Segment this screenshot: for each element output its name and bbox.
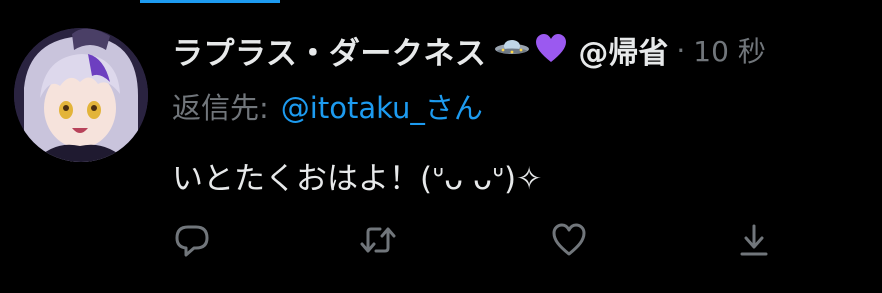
timestamp[interactable]: 10 秒 <box>693 30 766 70</box>
retweet-button[interactable] <box>360 222 396 258</box>
active-tab-indicator <box>140 0 280 3</box>
purple-heart-icon <box>534 32 568 68</box>
reply-to-link[interactable]: @itotaku_さん <box>281 85 483 127</box>
share-button[interactable] <box>736 222 772 258</box>
reply-label: 返信先: <box>172 91 269 125</box>
reply-icon <box>175 225 209 257</box>
tweet-text: いとたくおはよ！(ᐡᴗ ᴗᐡ)✧ <box>172 160 543 197</box>
heart-icon <box>552 223 586 256</box>
action-bar <box>0 222 882 258</box>
share-icon <box>740 224 768 256</box>
avatar-image <box>14 28 148 162</box>
tweet-header: ラプラス・ダークネス @帰省 · 10 秒 <box>172 26 766 74</box>
user-handle[interactable]: @帰省 <box>578 28 668 72</box>
like-button[interactable] <box>551 222 587 258</box>
reply-button[interactable] <box>174 222 210 258</box>
separator-dot: · <box>676 33 686 67</box>
retweet-icon <box>360 227 396 253</box>
avatar[interactable] <box>14 28 148 162</box>
ufo-icon <box>494 35 530 65</box>
reply-context: 返信先: @itotaku_さん <box>172 84 483 128</box>
display-name[interactable]: ラプラス・ダークネス <box>172 28 486 73</box>
